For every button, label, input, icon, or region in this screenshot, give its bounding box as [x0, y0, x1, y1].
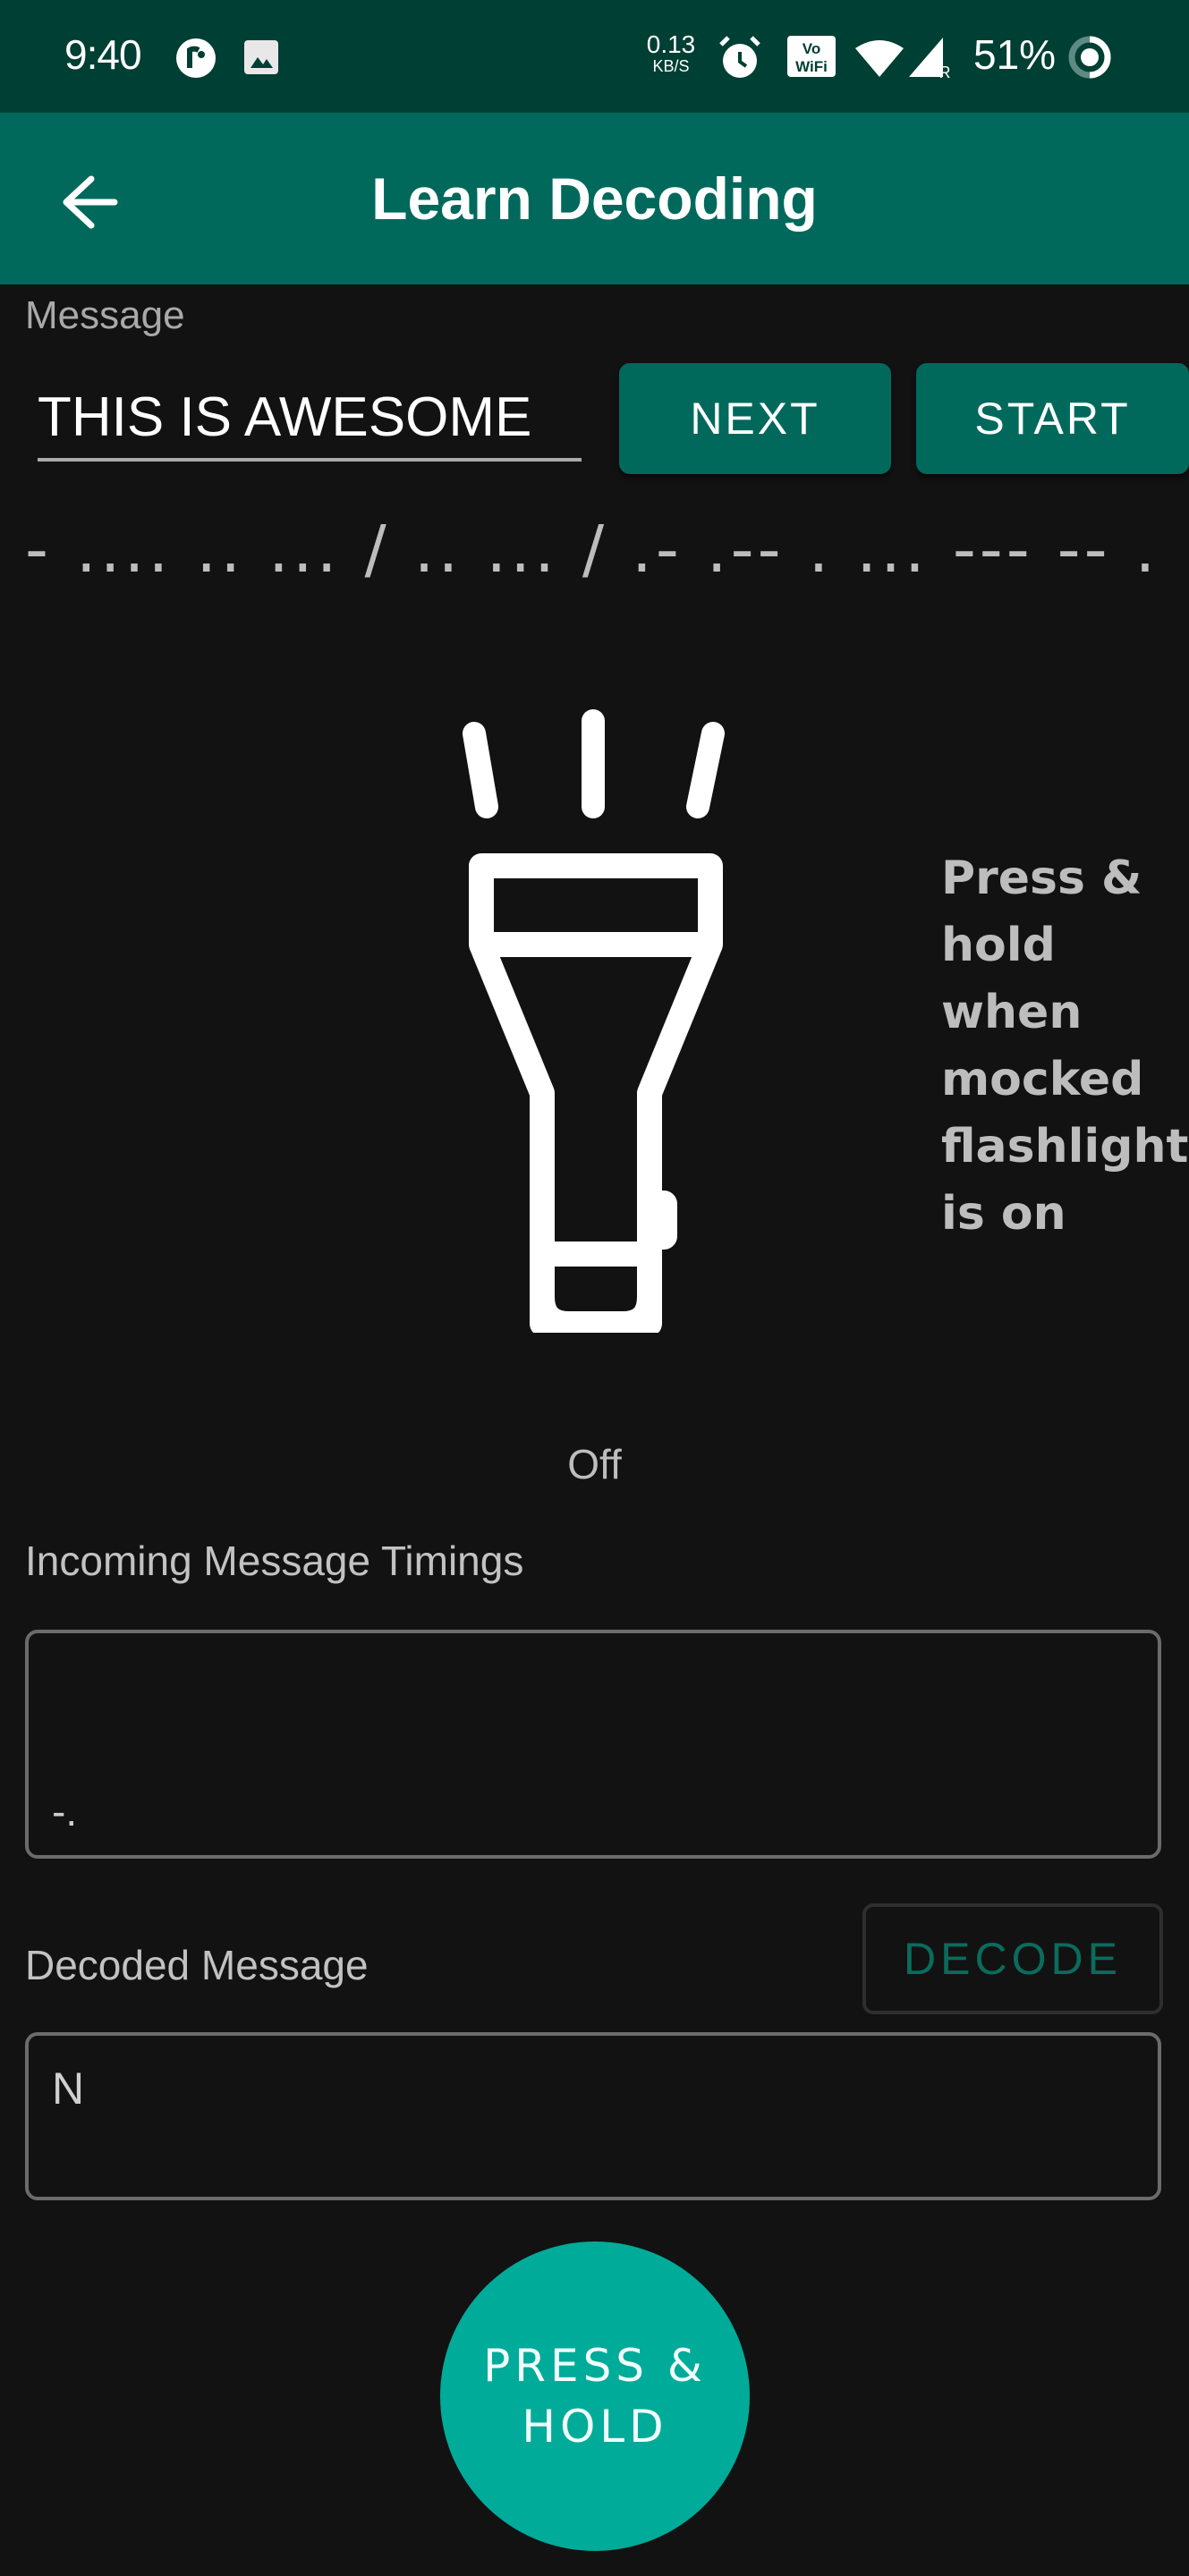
page-title: Learn Decoding — [371, 165, 818, 232]
svg-text:R: R — [939, 64, 951, 79]
battery-percent: 51% — [973, 31, 1057, 78]
press-and-hold-button[interactable]: PRESS & HOLD — [440, 2241, 750, 2551]
battery-ring-icon — [1068, 36, 1111, 79]
wifi-icon — [855, 40, 904, 77]
decoded-label: Decoded Message — [25, 1942, 369, 1988]
svg-text:Vo: Vo — [803, 40, 820, 57]
timings-field[interactable]: -. — [25, 1630, 1161, 1859]
pocket-casts-icon — [176, 38, 216, 78]
decoded-field[interactable]: N — [25, 2032, 1161, 2200]
start-button[interactable]: START — [916, 363, 1189, 474]
app-bar: Learn Decoding — [0, 113, 1189, 284]
flashlight-hint: Press & hold when mocked flashlight is o… — [941, 852, 1189, 1241]
status-bar: 9:40 0.13 KB/S Vo WiFi R 51% — [0, 0, 1189, 113]
status-time: 9:40 — [64, 31, 142, 78]
timings-value: -. — [52, 1788, 78, 1835]
alarm-icon — [719, 36, 760, 78]
vowifi-icon: Vo WiFi — [787, 36, 836, 77]
network-speed: 0.13 KB/S — [646, 30, 696, 76]
image-notification-icon — [244, 40, 278, 74]
flashlight-icon — [463, 709, 725, 1333]
timings-label: Incoming Message Timings — [25, 1538, 524, 1584]
cell-signal-roaming-icon: R — [909, 38, 951, 79]
svg-text:WiFi: WiFi — [795, 58, 828, 75]
decode-button[interactable]: DECODE — [862, 1903, 1163, 2014]
message-input[interactable] — [38, 376, 582, 462]
decoded-value: N — [52, 2063, 85, 2114]
morse-code-text: - .... .. ... / .. ... / .- .-- . ... --… — [25, 512, 1159, 587]
flashlight-state: Off — [567, 1441, 622, 1487]
message-label: Message — [25, 293, 185, 337]
next-button[interactable]: NEXT — [619, 363, 891, 474]
